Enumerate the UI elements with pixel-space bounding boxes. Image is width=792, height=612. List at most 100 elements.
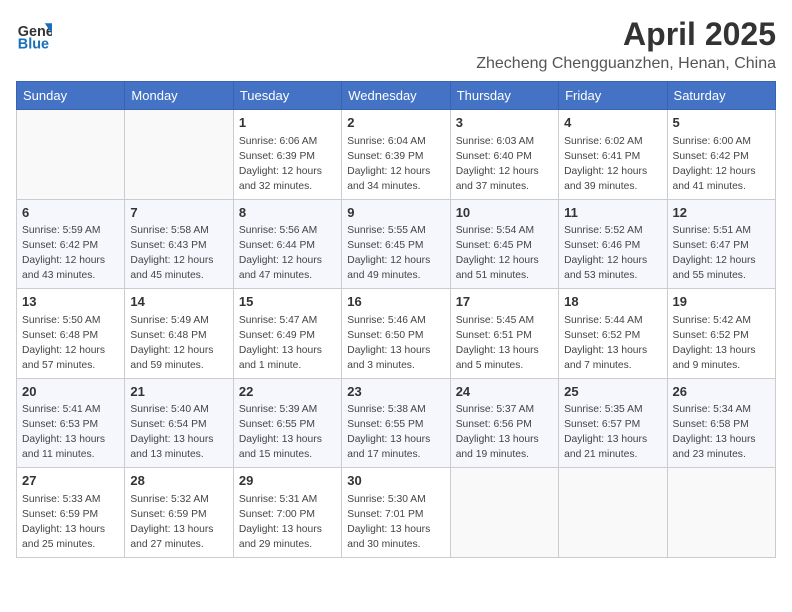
month-title: April 2025	[476, 16, 776, 53]
day-number: 27	[22, 472, 119, 491]
day-info: Sunrise: 5:58 AMSunset: 6:43 PMDaylight:…	[130, 224, 227, 284]
day-info: Sunrise: 5:50 AMSunset: 6:48 PMDaylight:…	[22, 314, 119, 374]
calendar-cell: 19Sunrise: 5:42 AMSunset: 6:52 PMDayligh…	[667, 289, 775, 379]
day-number: 22	[239, 383, 336, 402]
day-number: 1	[239, 114, 336, 133]
calendar-cell: 13Sunrise: 5:50 AMSunset: 6:48 PMDayligh…	[17, 289, 125, 379]
day-info: Sunrise: 5:39 AMSunset: 6:55 PMDaylight:…	[239, 403, 336, 463]
calendar-cell: 18Sunrise: 5:44 AMSunset: 6:52 PMDayligh…	[559, 289, 667, 379]
day-number: 25	[564, 383, 661, 402]
day-number: 23	[347, 383, 444, 402]
calendar-cell	[125, 110, 233, 200]
calendar-cell: 23Sunrise: 5:38 AMSunset: 6:55 PMDayligh…	[342, 378, 450, 468]
calendar-cell	[667, 468, 775, 558]
day-number: 4	[564, 114, 661, 133]
day-number: 28	[130, 472, 227, 491]
calendar-cell: 29 Sunrise: 5:31 AMSunset: 7:00 PMDayligh…	[233, 468, 341, 558]
day-number: 26	[673, 383, 770, 402]
day-number: 2	[347, 114, 444, 133]
calendar-cell: 15 Sunrise: 5:47 AMSunset: 6:49 PMDayligh…	[233, 289, 341, 379]
calendar-cell: 16Sunrise: 5:46 AMSunset: 6:50 PMDayligh…	[342, 289, 450, 379]
calendar-cell: 17 Sunrise: 5:45 AMSunset: 6:51 PMDayligh…	[450, 289, 558, 379]
day-info: Sunrise: 5:42 AMSunset: 6:52 PMDaylight:…	[673, 314, 770, 374]
day-info: Sunrise: 5:38 AMSunset: 6:55 PMDaylight:…	[347, 403, 444, 463]
calendar-cell: 7Sunrise: 5:58 AMSunset: 6:43 PMDaylight…	[125, 199, 233, 289]
calendar-cell: 12Sunrise: 5:51 AMSunset: 6:47 PMDayligh…	[667, 199, 775, 289]
day-number: 3	[456, 114, 553, 133]
calendar-cell	[17, 110, 125, 200]
calendar-cell: 24Sunrise: 5:37 AMSunset: 6:56 PMDayligh…	[450, 378, 558, 468]
weekday-header: Saturday	[667, 82, 775, 110]
weekday-header: Thursday	[450, 82, 558, 110]
day-info: Sunrise: 6:04 AMSunset: 6:39 PMDaylight:…	[347, 135, 444, 195]
day-info: Sunrise: 5:46 AMSunset: 6:50 PMDaylight:…	[347, 314, 444, 374]
calendar-cell: 9Sunrise: 5:55 AMSunset: 6:45 PMDaylight…	[342, 199, 450, 289]
calendar-cell: 1Sunrise: 6:06 AMSunset: 6:39 PMDaylight…	[233, 110, 341, 200]
day-number: 29	[239, 472, 336, 491]
title-block: April 2025 Zhecheng Chengguanzhen, Henan…	[476, 16, 776, 73]
day-number: 10	[456, 204, 553, 223]
calendar-cell: 21Sunrise: 5:40 AMSunset: 6:54 PMDayligh…	[125, 378, 233, 468]
day-info: Sunrise: 5:31 AMSunset: 7:00 PMDaylight:…	[239, 493, 336, 553]
day-info: Sunrise: 5:55 AMSunset: 6:45 PMDaylight:…	[347, 224, 444, 284]
day-number: 21	[130, 383, 227, 402]
weekday-header: Friday	[559, 82, 667, 110]
location-title: Zhecheng Chengguanzhen, Henan, China	[476, 55, 776, 73]
day-info: Sunrise: 5:56 AMSunset: 6:44 PMDaylight:…	[239, 224, 336, 284]
calendar-cell: 28Sunrise: 5:32 AMSunset: 6:59 PMDayligh…	[125, 468, 233, 558]
day-info: Sunrise: 5:37 AMSunset: 6:56 PMDaylight:…	[456, 403, 553, 463]
calendar-cell: 20Sunrise: 5:41 AMSunset: 6:53 PMDayligh…	[17, 378, 125, 468]
day-number: 6	[22, 204, 119, 223]
day-info: Sunrise: 5:45 AMSunset: 6:51 PMDaylight:…	[456, 314, 553, 374]
weekday-header: Sunday	[17, 82, 125, 110]
calendar-cell: 27Sunrise: 5:33 AMSunset: 6:59 PMDayligh…	[17, 468, 125, 558]
weekday-header-row: SundayMondayTuesdayWednesdayThursdayFrid…	[17, 82, 776, 110]
day-info: Sunrise: 6:02 AMSunset: 6:41 PMDaylight:…	[564, 135, 661, 195]
day-info: Sunrise: 5:52 AMSunset: 6:46 PMDaylight:…	[564, 224, 661, 284]
calendar-week-row: 1Sunrise: 6:06 AMSunset: 6:39 PMDaylight…	[17, 110, 776, 200]
day-number: 7	[130, 204, 227, 223]
day-info: Sunrise: 5:30 AMSunset: 7:01 PMDaylight:…	[347, 493, 444, 553]
calendar-cell: 3 Sunrise: 6:03 AMSunset: 6:40 PMDaylight…	[450, 110, 558, 200]
weekday-header: Tuesday	[233, 82, 341, 110]
day-number: 9	[347, 204, 444, 223]
weekday-header: Wednesday	[342, 82, 450, 110]
day-info: Sunrise: 5:59 AMSunset: 6:42 PMDaylight:…	[22, 224, 119, 284]
calendar-table: SundayMondayTuesdayWednesdayThursdayFrid…	[16, 81, 776, 558]
weekday-header: Monday	[125, 82, 233, 110]
day-info: Sunrise: 6:03 AMSunset: 6:40 PMDaylight:…	[456, 135, 553, 195]
calendar-cell	[559, 468, 667, 558]
calendar-cell: 30 Sunrise: 5:30 AMSunset: 7:01 PMDayligh…	[342, 468, 450, 558]
calendar-cell	[450, 468, 558, 558]
svg-text:Blue: Blue	[18, 36, 49, 52]
calendar-cell: 10Sunrise: 5:54 AMSunset: 6:45 PMDayligh…	[450, 199, 558, 289]
day-number: 15	[239, 293, 336, 312]
day-number: 17	[456, 293, 553, 312]
day-number: 12	[673, 204, 770, 223]
calendar-cell: 8Sunrise: 5:56 AMSunset: 6:44 PMDaylight…	[233, 199, 341, 289]
calendar-week-row: 6Sunrise: 5:59 AMSunset: 6:42 PMDaylight…	[17, 199, 776, 289]
day-info: Sunrise: 5:34 AMSunset: 6:58 PMDaylight:…	[673, 403, 770, 463]
day-info: Sunrise: 5:35 AMSunset: 6:57 PMDaylight:…	[564, 403, 661, 463]
day-number: 20	[22, 383, 119, 402]
day-number: 24	[456, 383, 553, 402]
calendar-cell: 26Sunrise: 5:34 AMSunset: 6:58 PMDayligh…	[667, 378, 775, 468]
day-number: 8	[239, 204, 336, 223]
day-info: Sunrise: 6:00 AMSunset: 6:42 PMDaylight:…	[673, 135, 770, 195]
day-number: 11	[564, 204, 661, 223]
day-number: 30	[347, 472, 444, 491]
calendar-cell: 5 Sunrise: 6:00 AMSunset: 6:42 PMDaylight…	[667, 110, 775, 200]
calendar-cell: 4 Sunrise: 6:02 AMSunset: 6:41 PMDaylight…	[559, 110, 667, 200]
calendar-week-row: 13Sunrise: 5:50 AMSunset: 6:48 PMDayligh…	[17, 289, 776, 379]
day-number: 5	[673, 114, 770, 133]
day-info: Sunrise: 5:47 AMSunset: 6:49 PMDaylight:…	[239, 314, 336, 374]
page-header: General Blue April 2025 Zhecheng Chenggu…	[16, 16, 776, 73]
calendar-cell: 11Sunrise: 5:52 AMSunset: 6:46 PMDayligh…	[559, 199, 667, 289]
day-number: 14	[130, 293, 227, 312]
calendar-cell: 22Sunrise: 5:39 AMSunset: 6:55 PMDayligh…	[233, 378, 341, 468]
calendar-cell: 25Sunrise: 5:35 AMSunset: 6:57 PMDayligh…	[559, 378, 667, 468]
day-number: 18	[564, 293, 661, 312]
calendar-cell: 14Sunrise: 5:49 AMSunset: 6:48 PMDayligh…	[125, 289, 233, 379]
calendar-cell: 6Sunrise: 5:59 AMSunset: 6:42 PMDaylight…	[17, 199, 125, 289]
day-info: Sunrise: 5:51 AMSunset: 6:47 PMDaylight:…	[673, 224, 770, 284]
